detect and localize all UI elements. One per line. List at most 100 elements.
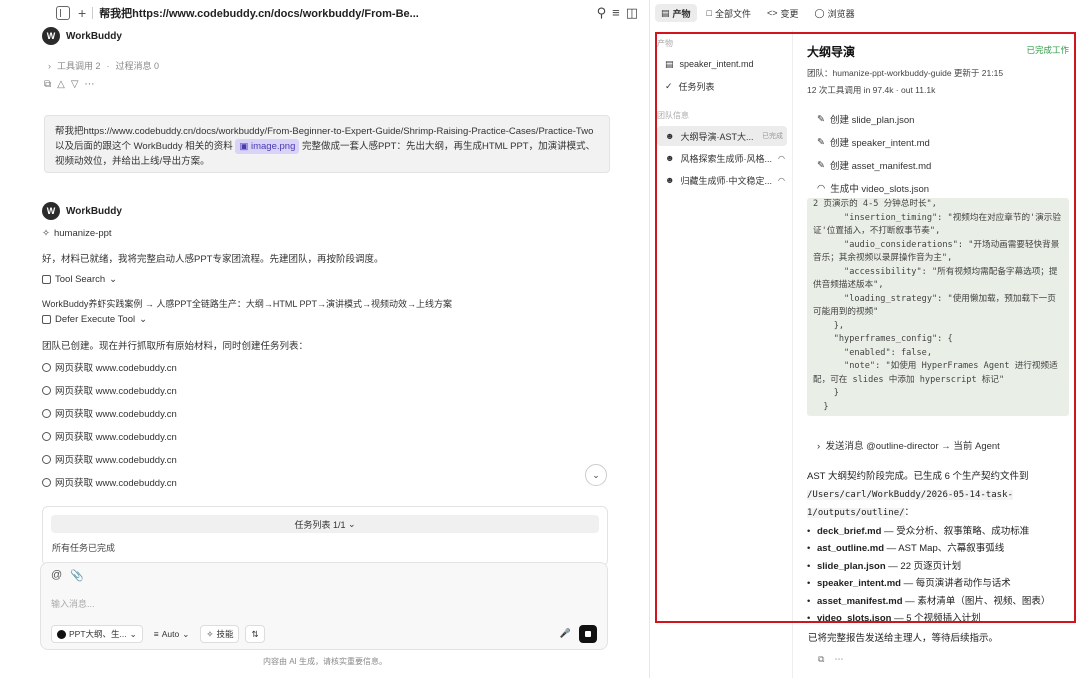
chevron-down-icon: ⌄ (182, 628, 190, 639)
member-name: 大纲导演·AST大... (680, 131, 754, 142)
task-list-status: 所有任务已完成 (52, 543, 116, 553)
copy-icon[interactable]: ⧉ (818, 654, 824, 665)
defer-tool[interactable]: Defer Execute Tool ⌄ (42, 314, 147, 325)
fetch-label: 网页获取 www.codebuddy.cn (55, 363, 177, 374)
op-label: 创建 slide_plan.json (829, 115, 915, 126)
footer-note: 内容由 AI 生成，请核实重要信息。 (262, 657, 387, 666)
team-created: 团队已创建。现在并行抓取所有原始材料，同时创建任务列表： (42, 338, 308, 352)
skill-icon: ✧ (206, 628, 214, 639)
reply-intro-text: 好，材料已就绪，我将完整启动人感PPT专家团流程。先建团队，再按阶段调度。 (42, 254, 384, 265)
chevron-down-icon: ⌄ (139, 314, 148, 325)
model-label: PPT大纲、生... (69, 629, 127, 639)
output-file-name: deck_brief.md (817, 525, 882, 537)
tab-label: 变更 (780, 8, 799, 19)
search-icon[interactable]: ⚲ (597, 5, 607, 21)
send-button[interactable] (579, 625, 597, 643)
mention-icon[interactable]: @ (51, 569, 62, 582)
list-item: deck_brief.md — 受众分析、叙事策略、成功标准 (807, 523, 1069, 541)
scroll-down-button[interactable]: ⌄ (585, 464, 607, 486)
model-select[interactable]: PPT大纲、生... ⌄ (51, 625, 143, 643)
tab-label: 产物 (672, 8, 691, 19)
mode-select[interactable]: ≡ Auto ⌄ (149, 625, 195, 643)
user-message: 帮我把https://www.codebuddy.cn/docs/workbud… (44, 115, 610, 173)
output-file-desc: — 5 个视频插入计划 (891, 613, 981, 624)
settings-toggle[interactable]: ⇅ (245, 625, 265, 643)
chat-pane: + 帮我把https://www.codebuddy.cn/docs/workb… (0, 0, 650, 678)
skills-button[interactable]: ✧ 技能 (200, 625, 240, 643)
file-name: speaker_intent.md (679, 59, 754, 69)
send-message-line[interactable]: › 发送消息 @outline-director → 当前 Agent (817, 438, 1000, 452)
agent-header-2: W WorkBuddy (42, 202, 122, 220)
fetch-item[interactable]: 网页获取 www.codebuddy.cn (42, 406, 177, 420)
image-chip[interactable]: ▣ image.png (235, 139, 300, 154)
chevron-down-icon: ⌄ (347, 518, 356, 529)
loading-icon: ◠ (777, 153, 785, 163)
tab-browser[interactable]: ◯ 浏览器 (809, 4, 861, 22)
chevron-down-icon: ⌄ (109, 274, 118, 285)
attach-icon[interactable]: 📎 (70, 569, 84, 582)
menu-icon[interactable]: ≡ (612, 5, 620, 21)
plus-icon[interactable]: + (78, 5, 86, 21)
sidebar-icon[interactable] (56, 6, 70, 20)
message-actions: ⧉ △ ▽ ⋯ (44, 79, 95, 90)
tool-search[interactable]: Tool Search ⌄ (42, 274, 117, 285)
fetch-label: 网页获取 www.codebuddy.cn (55, 386, 177, 397)
output-file-desc: — 每页演讲者动作与话术 (900, 578, 1011, 589)
fetch-item[interactable]: 网页获取 www.codebuddy.cn (42, 360, 177, 374)
thumbs-up-icon[interactable]: △ (57, 79, 65, 90)
fetch-item[interactable]: 网页获取 www.codebuddy.cn (42, 429, 177, 443)
artifacts-section-label: 产物 (657, 39, 673, 48)
task-list-panel: 任务列表 1/1 ⌄ 所有任务已完成 (42, 506, 608, 566)
file-item[interactable]: ✓ 任务列表 (657, 76, 787, 96)
person-icon: ☻ (665, 175, 675, 185)
tab-changes[interactable]: <> 变更 (761, 4, 805, 22)
team-member[interactable]: ☻ 大纲导演·AST大... 已完成 (657, 126, 787, 146)
workflow-text: WorkBuddy养虾实践案例 → 人感PPT全链路生产：大纲→HTML PPT… (42, 297, 452, 310)
image-chip-label: image.png (250, 141, 296, 152)
list-item: asset_manifest.md — 素材清单（图片、视频、图表） (807, 593, 1069, 611)
fetch-item[interactable]: 网页获取 www.codebuddy.cn (42, 383, 177, 397)
output-file-name: slide_plan.json (817, 560, 886, 572)
chevron-right-icon: › (817, 441, 821, 452)
fetch-item[interactable]: 网页获取 www.codebuddy.cn (42, 452, 177, 466)
tab-all-files[interactable]: □ 全部文件 (701, 4, 757, 22)
avatar: W (42, 27, 60, 45)
op-item[interactable]: ◠ 生成中 video_slots.json (817, 181, 930, 196)
agent-name: WorkBuddy (66, 205, 122, 217)
op-label: 创建 speaker_intent.md (829, 138, 930, 149)
code-icon: <> (766, 8, 778, 18)
thumbs-down-icon[interactable]: ▽ (71, 79, 79, 90)
fetch-label: 网页获取 www.codebuddy.cn (55, 432, 177, 443)
op-item[interactable]: ✎ 创建 slide_plan.json (817, 112, 915, 127)
tab-label: 全部文件 (714, 8, 751, 19)
message-input[interactable]: 输入消息... (51, 597, 95, 610)
member-name: 风格探索生成师·风格... (680, 153, 772, 164)
more-icon[interactable]: ⋯ (834, 654, 843, 665)
team-member[interactable]: ☻ 归藏生成师·中文稳定... ◠ (657, 170, 787, 190)
workflow-text-content: WorkBuddy养虾实践案例 → 人感PPT全链路生产：大纲→HTML PPT… (42, 299, 453, 309)
mode-label: Auto (161, 629, 180, 639)
member-status: 已完成 (762, 133, 783, 140)
file-item[interactable]: ▤ speaker_intent.md (657, 54, 787, 74)
fetch-item[interactable]: 网页获取 www.codebuddy.cn (42, 475, 177, 489)
defer-tool-label: Defer Execute Tool (55, 314, 136, 325)
panel-icon[interactable]: ◫ (626, 5, 638, 21)
tool-meta[interactable]: › 工具调用 2 · 过程消息 0 (48, 59, 159, 72)
op-label: 生成中 video_slots.json (830, 184, 930, 195)
more-icon[interactable]: ⋯ (85, 79, 95, 90)
output-file-name: video_slots.json (817, 613, 892, 624)
reply-intro: 好，材料已就绪，我将完整启动人感PPT专家团流程。先建团队，再按阶段调度。 (42, 251, 383, 265)
mic-icon[interactable]: 🎤 (560, 628, 571, 639)
team-member[interactable]: ☻ 风格探索生成师·风格... ◠ (657, 148, 787, 168)
op-item[interactable]: ✎ 创建 asset_manifest.md (817, 158, 931, 173)
task-list-header[interactable]: 任务列表 1/1 ⌄ (51, 515, 599, 533)
skill-line[interactable]: ✧ humanize-ppt (42, 228, 112, 239)
copy-icon[interactable]: ⧉ (44, 79, 51, 90)
op-item[interactable]: ✎ 创建 speaker_intent.md (817, 135, 930, 150)
check-circle-icon: ✓ (665, 80, 673, 91)
tab-artifacts[interactable]: ▤ 产物 (655, 4, 697, 22)
loading-icon: ◠ (817, 182, 826, 194)
summary-intro: AST 大纲契约阶段完成。已生成 6 个生产契约文件到 (807, 471, 1029, 482)
detail-title: 大纲导演 (807, 45, 856, 59)
fetch-label: 网页获取 www.codebuddy.cn (55, 455, 177, 466)
